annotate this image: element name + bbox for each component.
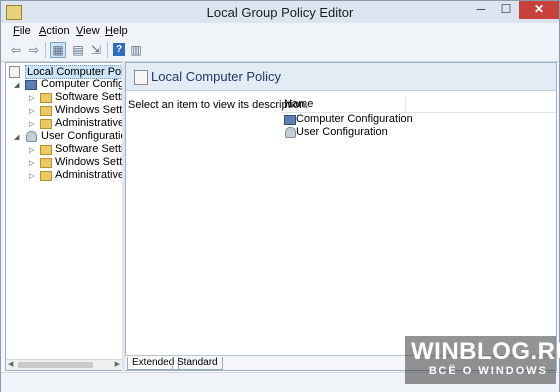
collapse-arrow-icon[interactable]: ▷ [29, 94, 34, 102]
details-header: Local Computer Policy [126, 63, 556, 91]
menu-help-label: elp [112, 25, 128, 37]
expand-arrow-icon[interactable]: ◢ [14, 81, 19, 89]
tree-item-label: Windows Setting [55, 156, 123, 168]
column-header-label: Name [284, 98, 314, 110]
folder-icon [40, 158, 52, 168]
tree-item-label: Software Settings [55, 91, 122, 103]
column-header-name[interactable]: Name [281, 97, 556, 113]
folder-icon [40, 93, 52, 103]
tree-item-label: Windows Setting [55, 104, 123, 116]
back-arrow-icon[interactable]: ⇦ [8, 42, 24, 58]
tree-item-label: Software Settings [55, 143, 122, 155]
scrollbar-thumb[interactable] [18, 362, 93, 368]
column-separator[interactable] [405, 97, 406, 112]
watermark-title: WINBLOG.RU [411, 338, 560, 365]
tree-item-label: Administrative Te [55, 117, 123, 129]
tab-standard[interactable]: Standard [172, 357, 223, 370]
toolbar-separator [45, 42, 46, 58]
tree-item-computer-configuration[interactable]: ◢ Computer Configura [8, 78, 122, 91]
scroll-left-icon[interactable]: ◀ [8, 360, 13, 370]
properties-icon[interactable]: ▤ [70, 42, 86, 58]
tree-item-label: Local Computer Policy [25, 65, 122, 79]
console-tree[interactable]: Local Computer Policy ◢ Computer Configu… [5, 62, 123, 371]
folder-icon [40, 145, 52, 155]
tree-item-label: Computer Configura [41, 78, 122, 90]
menu-help-accel: H [105, 25, 113, 37]
menu-file-label: ile [19, 25, 31, 37]
title-bar[interactable]: Local Group Policy Editor ─ ☐ ✕ [1, 1, 559, 23]
computer-icon [25, 80, 37, 90]
toolbar: ⇦ ⇨ ▦ ▤ ⇲ ? ▥ [1, 39, 559, 62]
tree-item-user-administrative-templates[interactable]: ▷ Administrative Te [8, 169, 122, 182]
toolbar-separator [107, 42, 108, 58]
minimize-button[interactable]: ─ [469, 1, 493, 19]
user-icon [285, 127, 296, 138]
collapse-arrow-icon[interactable]: ▷ [29, 159, 34, 167]
view-icon[interactable]: ▥ [128, 42, 144, 58]
tree-item-computer-software-settings[interactable]: ▷ Software Settings [8, 91, 122, 104]
folder-icon [40, 119, 52, 129]
menu-file[interactable]: File [13, 25, 31, 37]
watermark-subtitle: ВСЁ О WINDOWS [428, 365, 548, 377]
menu-action[interactable]: Action [39, 25, 70, 37]
tree-item-computer-administrative-templates[interactable]: ▷ Administrative Te [8, 117, 122, 130]
expand-arrow-icon[interactable]: ◢ [14, 133, 19, 141]
menu-view-label: iew [83, 25, 100, 37]
collapse-arrow-icon[interactable]: ▷ [29, 107, 34, 115]
app-window: Local Group Policy Editor ─ ☐ ✕ File Act… [0, 0, 560, 392]
folder-icon [40, 171, 52, 181]
tree-item-computer-windows-settings[interactable]: ▷ Windows Setting [8, 104, 122, 117]
close-button[interactable]: ✕ [519, 1, 559, 19]
details-pane: Local Computer Policy Select an item to … [125, 62, 557, 371]
collapse-arrow-icon[interactable]: ▷ [29, 120, 34, 128]
collapse-arrow-icon[interactable]: ▷ [29, 146, 34, 154]
forward-arrow-icon[interactable]: ⇨ [26, 42, 42, 58]
list-item-label: Computer Configuration [296, 113, 413, 125]
help-icon[interactable]: ? [113, 43, 125, 56]
list-item-label: User Configuration [296, 126, 388, 138]
tree-item-label: User Configuration [41, 130, 122, 142]
tree-item-user-windows-settings[interactable]: ▷ Windows Setting [8, 156, 122, 169]
menu-view[interactable]: View [76, 25, 100, 37]
computer-icon [284, 115, 296, 125]
details-title: Local Computer Policy [151, 69, 282, 84]
watermark: WINBLOG.RU ВСЁ О WINDOWS [405, 336, 560, 384]
tree-horizontal-scrollbar[interactable]: ◀ ▶ [6, 359, 122, 370]
tree-item-label: Administrative Te [55, 169, 123, 181]
menu-bar: File Action View Help [1, 23, 559, 39]
show-hide-console-tree-icon[interactable]: ▦ [50, 42, 66, 58]
tree-item-user-software-settings[interactable]: ▷ Software Settings [8, 143, 122, 156]
collapse-arrow-icon[interactable]: ▷ [29, 172, 34, 180]
menu-action-label: ction [46, 25, 70, 37]
menu-help[interactable]: Help [105, 25, 128, 37]
export-list-icon[interactable]: ⇲ [88, 42, 104, 58]
maximize-button[interactable]: ☐ [494, 1, 518, 19]
policy-document-icon [134, 70, 148, 85]
folder-icon [40, 106, 52, 116]
tree-item-user-configuration[interactable]: ◢ User Configuration [8, 130, 122, 143]
tree-item-local-computer-policy[interactable]: Local Computer Policy [8, 65, 122, 79]
user-icon [26, 131, 37, 142]
policy-document-icon [9, 66, 20, 78]
menu-file-accel: F [13, 25, 20, 37]
scroll-right-icon[interactable]: ▶ [115, 360, 120, 370]
